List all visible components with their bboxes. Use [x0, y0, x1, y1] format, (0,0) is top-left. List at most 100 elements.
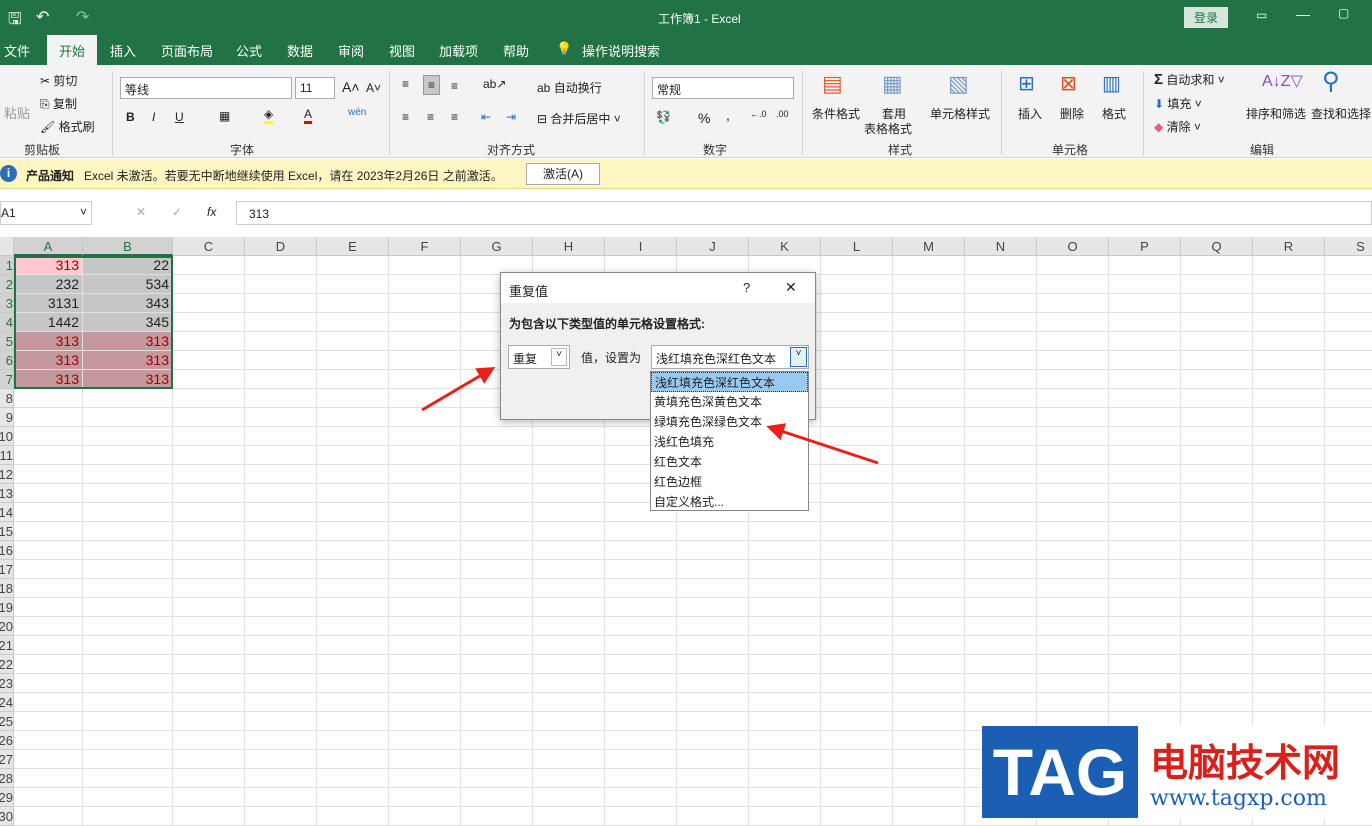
cell[interactable]	[893, 484, 965, 503]
dropdown-option[interactable]: 红色文本	[651, 452, 808, 472]
cell[interactable]	[461, 579, 533, 598]
cell[interactable]	[461, 560, 533, 579]
close-button[interactable]: ✕	[785, 279, 797, 296]
cell[interactable]	[173, 408, 245, 427]
cell[interactable]	[389, 674, 461, 693]
column-header-J[interactable]: J	[677, 237, 749, 256]
cell[interactable]	[821, 408, 893, 427]
cell[interactable]	[1109, 636, 1181, 655]
cell[interactable]	[14, 655, 83, 674]
cell[interactable]	[533, 636, 605, 655]
cell[interactable]	[893, 750, 965, 769]
cell[interactable]	[965, 541, 1037, 560]
cell[interactable]	[317, 541, 389, 560]
cell[interactable]	[245, 522, 317, 541]
cell[interactable]	[173, 712, 245, 731]
cell[interactable]	[1109, 389, 1181, 408]
cell[interactable]	[605, 788, 677, 807]
bold-button[interactable]: B	[126, 110, 135, 124]
cell[interactable]	[893, 788, 965, 807]
cell[interactable]	[1037, 275, 1109, 294]
cell[interactable]	[677, 522, 749, 541]
row-header[interactable]: 22	[0, 655, 14, 674]
cell[interactable]	[893, 617, 965, 636]
cell[interactable]	[14, 465, 83, 484]
cell[interactable]	[1109, 560, 1181, 579]
cell[interactable]	[245, 807, 317, 826]
cell[interactable]	[389, 351, 461, 370]
cell[interactable]	[1037, 617, 1109, 636]
cell[interactable]	[1253, 674, 1325, 693]
cell[interactable]	[1325, 446, 1372, 465]
column-header-S[interactable]: S	[1325, 237, 1372, 256]
cell[interactable]	[1037, 351, 1109, 370]
cell[interactable]	[1037, 636, 1109, 655]
cell[interactable]	[1037, 522, 1109, 541]
cell[interactable]	[173, 256, 245, 275]
cell[interactable]	[893, 313, 965, 332]
italic-button[interactable]: I	[152, 110, 155, 124]
cell[interactable]	[893, 712, 965, 731]
cell[interactable]	[605, 674, 677, 693]
cell[interactable]	[173, 788, 245, 807]
cell[interactable]	[317, 465, 389, 484]
cell[interactable]	[461, 522, 533, 541]
cell[interactable]	[1181, 636, 1253, 655]
cell[interactable]	[965, 693, 1037, 712]
cell[interactable]	[173, 484, 245, 503]
cell[interactable]	[389, 807, 461, 826]
column-header-A[interactable]: A	[14, 237, 83, 256]
row-header[interactable]: 10	[0, 427, 14, 446]
cell[interactable]	[317, 750, 389, 769]
cell[interactable]	[605, 693, 677, 712]
cell[interactable]	[1109, 674, 1181, 693]
cell[interactable]	[173, 313, 245, 332]
cell[interactable]	[173, 351, 245, 370]
clear-button[interactable]: ◆ 清除 ˅	[1154, 118, 1201, 135]
cell[interactable]	[1253, 541, 1325, 560]
cell[interactable]	[533, 503, 605, 522]
cell[interactable]	[965, 351, 1037, 370]
cell[interactable]	[389, 465, 461, 484]
enter-icon[interactable]: ✓	[172, 205, 182, 219]
row-header[interactable]: 9	[0, 408, 14, 427]
cancel-icon[interactable]: ✕	[136, 205, 146, 219]
cell[interactable]	[1181, 674, 1253, 693]
cell[interactable]	[1325, 503, 1372, 522]
cell[interactable]	[965, 313, 1037, 332]
cell[interactable]	[317, 389, 389, 408]
cell[interactable]	[1325, 389, 1372, 408]
cell[interactable]	[1037, 484, 1109, 503]
cell[interactable]	[173, 541, 245, 560]
table-format-button-line2[interactable]: 表格格式	[864, 120, 912, 137]
cell[interactable]	[605, 712, 677, 731]
cell[interactable]	[821, 351, 893, 370]
cell[interactable]	[533, 655, 605, 674]
cell[interactable]	[1325, 484, 1372, 503]
cell[interactable]	[245, 560, 317, 579]
cell[interactable]	[461, 541, 533, 560]
cell[interactable]	[461, 750, 533, 769]
cell[interactable]	[389, 389, 461, 408]
cell[interactable]	[893, 598, 965, 617]
cell[interactable]	[677, 693, 749, 712]
cell[interactable]	[317, 294, 389, 313]
cell[interactable]	[1037, 598, 1109, 617]
cell[interactable]	[14, 788, 83, 807]
cell[interactable]	[533, 731, 605, 750]
cell[interactable]	[1037, 256, 1109, 275]
phonetic-icon[interactable]: wén	[348, 107, 366, 118]
row-header[interactable]: 4	[0, 313, 14, 332]
column-header-O[interactable]: O	[1037, 237, 1109, 256]
row-header[interactable]: 29	[0, 788, 14, 807]
insert-cells-button[interactable]: 插入	[1018, 105, 1042, 122]
cell[interactable]	[893, 389, 965, 408]
cell[interactable]	[317, 351, 389, 370]
row-header[interactable]: 24	[0, 693, 14, 712]
cell[interactable]	[1109, 446, 1181, 465]
cell[interactable]	[14, 674, 83, 693]
format-select[interactable]: 浅红填充色深红色文本 ˅	[651, 345, 809, 369]
align-top-icon[interactable]: ≡	[402, 77, 409, 91]
cell[interactable]	[1109, 617, 1181, 636]
cell[interactable]	[14, 693, 83, 712]
